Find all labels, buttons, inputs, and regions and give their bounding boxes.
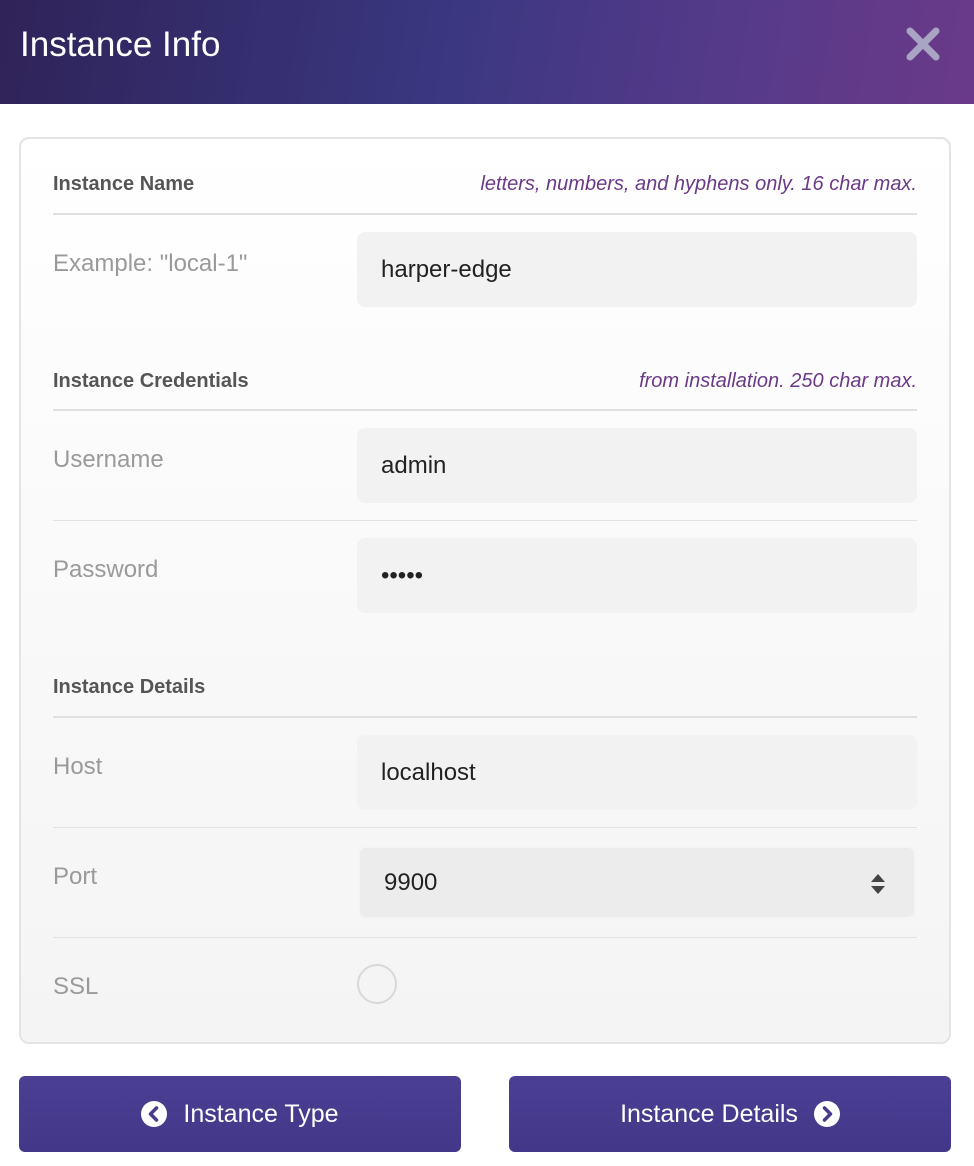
chevron-right-circle-icon	[813, 1101, 840, 1127]
section-title-instance-name: Instance Name	[53, 173, 195, 195]
divider	[53, 937, 917, 938]
password-input[interactable]: •••••	[357, 538, 917, 613]
instance-type-button-label: Instance Type	[183, 1099, 339, 1128]
port-input[interactable]: 9900	[358, 846, 916, 919]
port-value: 9900	[384, 868, 438, 896]
ssl-label: SSL	[53, 973, 99, 1000]
divider	[53, 716, 917, 718]
credentials-hint: from installation. 250 char max.	[639, 370, 917, 392]
username-label: Username	[53, 446, 164, 473]
host-input[interactable]: localhost	[357, 735, 917, 810]
port-label: Port	[53, 863, 98, 890]
number-spinner-icon[interactable]	[868, 870, 888, 898]
divider	[53, 409, 917, 411]
close-button[interactable]	[900, 24, 946, 66]
host-label: Host	[53, 753, 103, 780]
instance-details-button[interactable]: Instance Details	[509, 1076, 951, 1152]
modal-header: Instance Info	[0, 0, 974, 104]
chevron-left-circle-icon	[141, 1101, 168, 1127]
instance-name-label: Example: "local-1"	[53, 250, 248, 277]
instance-name-hint: letters, numbers, and hyphens only. 16 c…	[480, 173, 917, 195]
instance-details-button-label: Instance Details	[620, 1099, 798, 1128]
divider	[53, 213, 917, 215]
divider	[53, 827, 917, 828]
divider	[53, 520, 917, 521]
close-icon	[900, 24, 946, 66]
section-title-instance-credentials: Instance Credentials	[53, 370, 249, 392]
section-title-instance-details: Instance Details	[53, 676, 206, 698]
ssl-checkbox[interactable]	[357, 964, 397, 1004]
instance-type-button[interactable]: Instance Type	[19, 1076, 461, 1152]
username-input[interactable]: admin	[357, 428, 917, 503]
instance-name-input[interactable]: harper-edge	[357, 232, 917, 307]
modal-title: Instance Info	[20, 25, 221, 64]
password-label: Password	[53, 556, 159, 583]
